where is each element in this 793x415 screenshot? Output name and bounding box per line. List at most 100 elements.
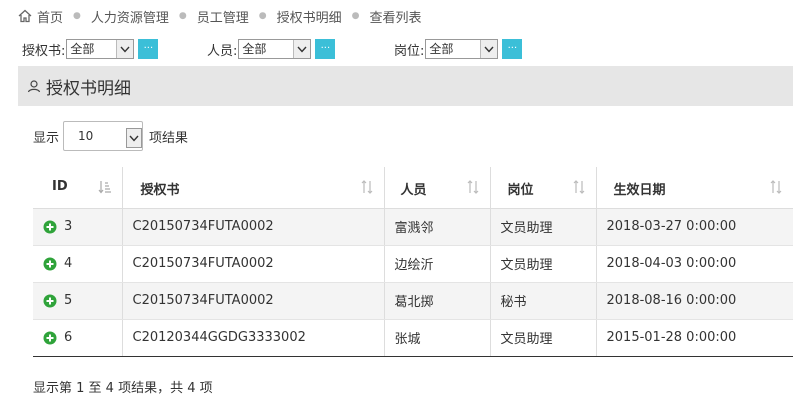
breadcrumb-home[interactable]: 首页	[37, 7, 63, 26]
filter-position: 岗位: 全部 ...	[394, 39, 523, 59]
chevron-down-icon	[480, 40, 498, 58]
sort-both-icon	[769, 180, 783, 194]
cell-position: 文员助理	[490, 245, 597, 283]
authorization-more-button[interactable]: ...	[138, 39, 159, 59]
expand-plus-icon[interactable]	[43, 294, 57, 308]
breadcrumb: 首页 ● 人力资源管理 ● 员工管理 ● 授权书明细 ● 查看列表	[0, 0, 793, 32]
filter-person-label: 人员:	[207, 43, 238, 59]
cell-id: 3	[33, 208, 123, 246]
cell-effective-date: 2015-01-28 0:00:00	[596, 319, 793, 357]
cell-id-text: 6	[64, 330, 73, 345]
chevron-down-icon	[293, 40, 311, 58]
breadcrumb-separator: ●	[73, 11, 81, 21]
chevron-down-icon	[116, 40, 134, 58]
page-length-value: 10	[78, 129, 94, 143]
sort-both-icon	[360, 180, 374, 194]
breadcrumb-separator: ●	[351, 11, 360, 21]
breadcrumb-authorization[interactable]: 授权书明细	[277, 7, 342, 26]
person-more-button[interactable]: ...	[315, 39, 336, 59]
cell-position: 文员助理	[490, 319, 597, 357]
user-icon	[26, 78, 42, 94]
cell-position: 秘书	[490, 282, 597, 320]
cell-person: 葛北掷	[384, 282, 491, 320]
column-header-label: 岗位	[507, 183, 534, 198]
cell-text: C20120344GGDG3333002	[132, 330, 306, 345]
breadcrumb-separator: ●	[258, 11, 267, 21]
cell-text: 富溅邻	[394, 221, 434, 236]
cell-effective-date: 2018-04-03 0:00:00	[596, 245, 793, 283]
cell-text: C20150734FUTA0002	[132, 256, 274, 271]
cell-authorization: C20120344GGDG3333002	[122, 319, 385, 357]
cell-text: 葛北掷	[394, 295, 434, 310]
filter-person: 人员: 全部 ...	[207, 39, 336, 59]
breadcrumb-staff[interactable]: 员工管理	[197, 7, 249, 26]
filter-authorization-label: 授权书:	[22, 43, 66, 59]
breadcrumb-current: 查看列表	[369, 10, 422, 26]
cell-text: 文员助理	[500, 221, 553, 236]
cell-effective-date: 2018-08-16 0:00:00	[596, 282, 793, 320]
panel-header: 授权书明细	[18, 66, 793, 106]
cell-person: 边绘沂	[384, 245, 491, 283]
cell-id-text: 3	[64, 219, 73, 234]
cell-text: C20150734FUTA0002	[132, 219, 274, 234]
authorization-select[interactable]: 全部	[66, 39, 135, 59]
page-length-select[interactable]: 10	[63, 121, 144, 151]
cell-person: 富溅邻	[384, 208, 491, 246]
cell-id: 6	[33, 319, 123, 357]
column-header-label: 生效日期	[613, 183, 666, 198]
cell-id: 4	[33, 245, 123, 283]
panel-title: 授权书明细	[46, 78, 131, 99]
table-row[interactable]: 4 C20150734FUTA0002 边绘沂 文员助理 2018-04-03 …	[33, 245, 793, 283]
cell-authorization: C20150734FUTA0002	[122, 208, 385, 246]
cell-text: C20150734FUTA0002	[132, 293, 274, 308]
cell-authorization: C20150734FUTA0002	[122, 282, 385, 320]
column-header-label: 授权书	[140, 183, 180, 198]
filter-bar: 授权书: 全部 ... 人员: 全部 ... 岗位: 全部 ...	[0, 36, 793, 64]
column-header-id[interactable]: ID	[33, 167, 123, 209]
table-row[interactable]: 5 C20150734FUTA0002 葛北掷 秘书 2018-08-16 0:…	[33, 282, 793, 320]
home-icon[interactable]	[18, 9, 32, 23]
cell-authorization: C20150734FUTA0002	[122, 245, 385, 283]
table-header-row: ID 授权书 人员 岗位 生效日期	[33, 167, 793, 209]
position-select-value: 全部	[429, 42, 454, 56]
chevron-down-icon	[126, 128, 143, 148]
cell-person: 张城	[384, 319, 491, 357]
expand-plus-icon[interactable]	[43, 257, 57, 271]
column-header-person[interactable]: 人员	[384, 167, 491, 209]
sort-both-icon	[572, 180, 586, 194]
sort-ascending-icon	[98, 180, 112, 194]
table-info: 显示第 1 至 4 项结果，共 4 项	[33, 381, 213, 396]
table-row[interactable]: 3 C20150734FUTA0002 富溅邻 文员助理 2018-03-27 …	[33, 208, 793, 246]
page-length-prefix: 显示	[33, 130, 60, 146]
page-length-suffix: 项结果	[149, 130, 189, 146]
column-header-effective-date[interactable]: 生效日期	[596, 167, 793, 209]
cell-text: 边绘沂	[394, 258, 434, 273]
cell-text: 张城	[394, 332, 421, 347]
cell-id-text: 4	[64, 256, 73, 271]
column-header-position[interactable]: 岗位	[490, 167, 597, 209]
cell-text: 文员助理	[500, 258, 553, 273]
data-table: ID 授权书 人员 岗位 生效日期 3 C20150734FUTA0002 富溅…	[33, 167, 793, 357]
cell-text: 2015-01-28 0:00:00	[606, 330, 737, 345]
person-select[interactable]: 全部	[238, 39, 312, 59]
position-more-button[interactable]: ...	[502, 39, 523, 59]
cell-id: 5	[33, 282, 123, 320]
expand-plus-icon[interactable]	[43, 220, 57, 234]
person-select-value: 全部	[242, 42, 267, 56]
page-length: 显示 10 项结果	[33, 121, 188, 151]
table-row[interactable]: 6 C20120344GGDG3333002 张城 文员助理 2015-01-2…	[33, 319, 793, 357]
position-select[interactable]: 全部	[425, 39, 499, 59]
breadcrumb-hr[interactable]: 人力资源管理	[91, 7, 169, 26]
cell-position: 文员助理	[490, 208, 597, 246]
expand-plus-icon[interactable]	[43, 331, 57, 345]
cell-id-text: 5	[64, 293, 73, 308]
column-header-label: 人员	[400, 183, 427, 198]
column-header-authorization[interactable]: 授权书	[122, 167, 385, 209]
breadcrumb-separator: ●	[178, 11, 187, 21]
sort-both-icon	[466, 180, 480, 194]
authorization-select-value: 全部	[70, 42, 95, 56]
cell-text: 2018-04-03 0:00:00	[606, 256, 737, 271]
cell-text: 秘书	[500, 295, 527, 310]
cell-text: 2018-08-16 0:00:00	[606, 293, 737, 308]
filter-authorization: 授权书: 全部 ...	[22, 39, 159, 59]
